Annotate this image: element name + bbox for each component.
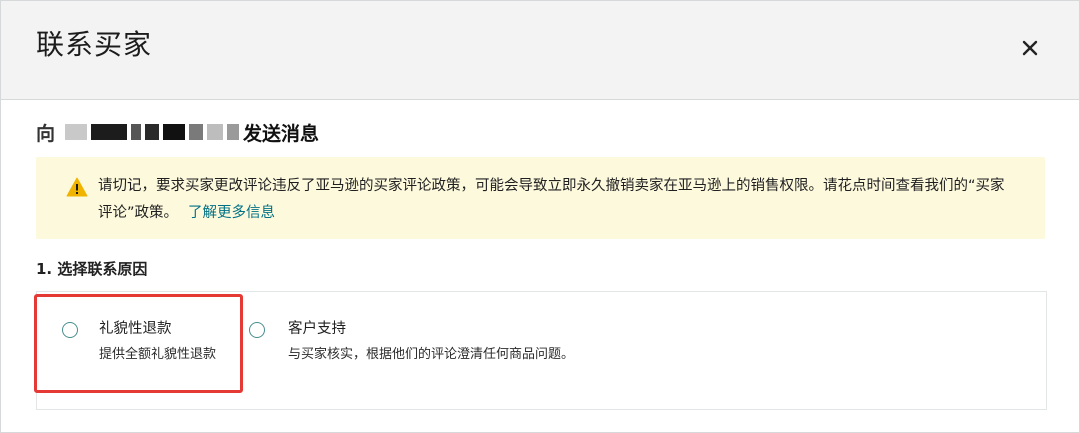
policy-warning-alert: 请切记，要求买家更改评论违反了亚马逊的买家评论政策，可能会导致立即永久撤销卖家在… xyxy=(36,157,1045,239)
option-title: 礼貌性退款 xyxy=(99,321,172,337)
option-courtesy-refund[interactable]: 礼貌性退款 提供全额礼貌性退款 xyxy=(37,292,242,409)
recipient-prefix: 向 xyxy=(36,122,56,145)
contact-reason-options: 礼貌性退款 提供全额礼貌性退款 客户支持 与买家核实，根据他们的评论澄清任何商品… xyxy=(36,291,1047,410)
option-customer-support[interactable]: 客户支持 与买家核实，根据他们的评论澄清任何商品问题。 xyxy=(242,292,842,409)
radio-courtesy-refund[interactable] xyxy=(62,322,78,338)
recipient-suffix: 发送消息 xyxy=(243,122,320,145)
warning-icon xyxy=(66,177,88,197)
learn-more-link[interactable]: 了解更多信息 xyxy=(188,205,275,221)
option-title: 客户支持 xyxy=(288,321,346,337)
redacted-buyer-name xyxy=(65,124,240,140)
radio-customer-support[interactable] xyxy=(249,322,265,338)
step-label: 1. 选择联系原因 xyxy=(36,260,148,278)
option-description: 提供全额礼貌性退款 xyxy=(99,347,217,362)
option-description: 与买家核实，根据他们的评论澄清任何商品问题。 xyxy=(288,347,575,362)
close-icon xyxy=(1022,40,1038,56)
contact-buyer-modal: 联系买家 向 发送消息 请切记，要求买家更改评论违反了亚马逊的买家评论政策，可能… xyxy=(0,0,1080,433)
recipient-heading: 向 发送消息 xyxy=(36,117,319,147)
close-button[interactable] xyxy=(1013,31,1047,65)
modal-title: 联系买家 xyxy=(36,28,153,61)
modal-header: 联系买家 xyxy=(1,1,1079,100)
warning-text: 请切记，要求买家更改评论违反了亚马逊的买家评论政策，可能会导致立即永久撤销卖家在… xyxy=(98,173,1018,227)
